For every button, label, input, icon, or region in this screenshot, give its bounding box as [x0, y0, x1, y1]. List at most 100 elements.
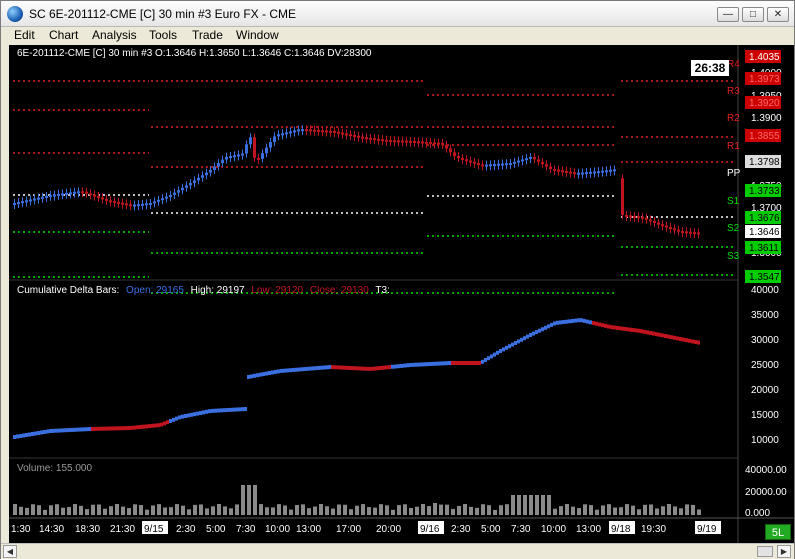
delta-bar: [634, 328, 637, 333]
price-bar: [101, 197, 104, 200]
price-bar: [589, 171, 592, 174]
delta-bar: [439, 361, 442, 366]
volume-bar: [655, 508, 659, 515]
delta-bar: [688, 338, 691, 343]
volume-bar: [661, 506, 665, 515]
delta-bar: [307, 366, 310, 371]
delta-bar: [259, 372, 262, 377]
volume-bar: [139, 505, 143, 515]
price-bar: [77, 191, 80, 194]
volume-bar: [325, 506, 329, 515]
scroll-left-icon[interactable]: ◀: [3, 545, 17, 558]
delta-bar: [241, 407, 244, 412]
price-bar: [81, 191, 84, 194]
volume-bar: [673, 506, 677, 515]
delta-bar: [445, 361, 448, 366]
price-bar: [441, 142, 444, 145]
price-bar: [49, 195, 52, 197]
menu-chart[interactable]: Chart: [49, 28, 78, 42]
delta-bar: [448, 361, 451, 366]
delta-bar: [172, 417, 175, 422]
volume-bar: [241, 485, 245, 515]
price-bar: [225, 156, 228, 160]
delta-bar: [664, 334, 667, 338]
menu-window[interactable]: Window: [236, 28, 279, 42]
volume-bar: [577, 508, 581, 515]
delta-bar: [385, 365, 388, 370]
menu-trade[interactable]: Trade: [192, 28, 223, 42]
delta-bar: [121, 426, 124, 431]
price-bar: [317, 129, 320, 132]
time-axis-label: 2:30: [176, 524, 196, 535]
delta-bar: [670, 335, 673, 340]
minimize-button[interactable]: —: [717, 7, 739, 22]
delta-high: High: 29197: [190, 285, 245, 296]
delta-bar: [316, 366, 319, 371]
menu-edit[interactable]: Edit: [14, 28, 35, 42]
scale-5l-button[interactable]: 5L: [765, 524, 791, 540]
volume-bar: [367, 507, 371, 515]
maximize-button[interactable]: □: [742, 7, 764, 22]
price-bar: [433, 142, 436, 145]
price-bar: [173, 192, 176, 195]
price-bar: [37, 197, 40, 200]
title-bar[interactable]: SC 6E-201112-CME [C] 30 min #3 Euro FX -…: [1, 1, 794, 27]
delta-bar: [571, 318, 574, 323]
price-bar: [277, 134, 280, 137]
horizontal-scrollbar[interactable]: ◀ ▶: [1, 543, 794, 559]
delta-bar: [277, 369, 280, 374]
price-bar: [669, 227, 672, 229]
volume-bar: [529, 495, 533, 515]
price-bar: [513, 161, 516, 164]
delta-bar: [223, 408, 226, 413]
delta-bar: [502, 347, 505, 352]
close-button[interactable]: ✕: [767, 7, 789, 22]
delta-bar: [523, 336, 526, 341]
price-bar: [261, 153, 264, 159]
price-bar: [321, 130, 324, 133]
volume-bar: [193, 504, 197, 515]
menu-tools[interactable]: Tools: [149, 28, 177, 42]
delta-bar: [376, 366, 379, 371]
delta-bar: [226, 408, 229, 413]
scroll-thumb[interactable]: [757, 546, 773, 557]
pivot-label: PP: [727, 168, 741, 179]
volume-bar: [439, 504, 443, 515]
volume-bar: [235, 504, 239, 515]
delta-bar: [379, 366, 382, 370]
volume-bar: [121, 506, 125, 515]
price-bar: [201, 175, 204, 178]
volume-bar: [331, 508, 335, 515]
volume-bar: [295, 504, 299, 515]
volume-bar: [403, 504, 407, 515]
delta-bar: [553, 321, 556, 326]
price-bar: [89, 193, 92, 196]
delta-bar: [532, 331, 535, 336]
cumulative-delta-info: Cumulative Delta Bars: Open: 29165 High:…: [17, 285, 394, 296]
volume-bar: [535, 495, 539, 515]
volume-info: Volume: 155.000: [17, 463, 93, 474]
delta-bar: [694, 340, 697, 344]
delta-bar: [505, 345, 508, 350]
delta-bar: [661, 333, 664, 338]
price-bar: [521, 159, 524, 162]
price-bar: [425, 141, 428, 144]
delta-bar: [424, 362, 427, 367]
pivot-label: S1: [727, 196, 740, 207]
price-bar: [413, 141, 416, 143]
price-bar: [61, 193, 64, 196]
price-bar: [657, 222, 660, 225]
price-bar: [117, 201, 120, 204]
price-bar: [465, 159, 468, 162]
volume-bar: [61, 507, 65, 515]
price-bar: [73, 191, 76, 194]
delta-bar: [598, 322, 601, 327]
delta-bar: [535, 330, 538, 335]
scroll-right-icon[interactable]: ▶: [777, 545, 791, 558]
volume-bar: [481, 504, 485, 515]
menu-analysis[interactable]: Analysis: [92, 28, 137, 42]
price-bar: [141, 203, 144, 206]
delta-bar: [244, 407, 247, 411]
delta-bar: [478, 361, 481, 365]
delta-axis-label: 35000: [751, 310, 779, 321]
